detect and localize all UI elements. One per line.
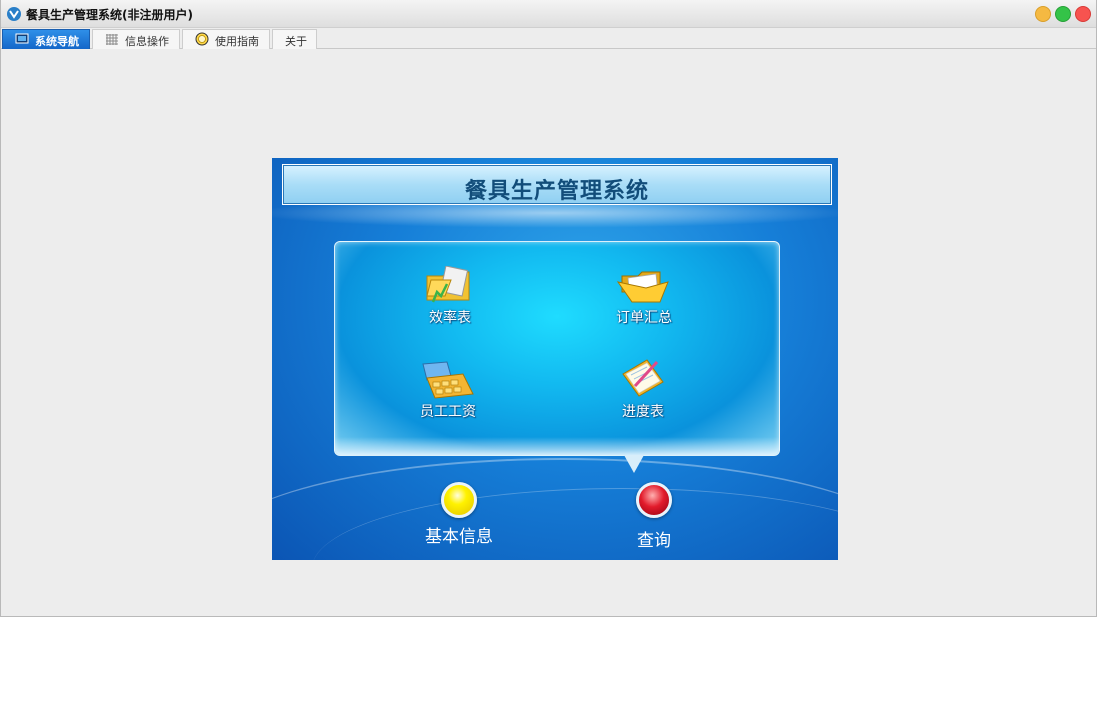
close-button[interactable] [1075, 6, 1091, 22]
notepad-icon [622, 359, 664, 397]
red-orb-icon [636, 482, 672, 518]
bubble-tail [624, 455, 644, 473]
window-title: 餐具生产管理系统(非注册用户) [26, 8, 193, 22]
tab-bar: 系统导航 信息操作 使用指南 关于 [1, 28, 1096, 49]
grid-icon [106, 34, 118, 45]
tab-user-guide[interactable]: 使用指南 [182, 29, 270, 49]
tab-label: 关于 [285, 35, 307, 48]
menu-item-label: 订单汇总 [616, 310, 672, 326]
yellow-orb-icon [441, 482, 477, 518]
navigation-panel: 餐具生产管理系统 效率表 订单汇总 员工工资 进度表 基本信息 查询 [272, 158, 838, 560]
panel-title: 餐具生产管理系统 [464, 179, 649, 204]
query-label: 查询 [637, 531, 671, 551]
app-logo-icon [7, 7, 21, 21]
menu-item-efficiency[interactable]: 效率表 [405, 266, 495, 327]
panel-title-bar: 餐具生产管理系统 [282, 164, 832, 205]
menu-box-shine [335, 437, 779, 455]
menu-item-employee-salary[interactable]: 员工工资 [403, 360, 493, 421]
basic-info-label: 基本信息 [425, 527, 493, 547]
query-button[interactable]: 查询 [609, 482, 699, 551]
compass-icon [195, 32, 209, 46]
tab-label: 信息操作 [125, 35, 169, 48]
tab-label: 使用指南 [215, 35, 259, 48]
tab-info-operations[interactable]: 信息操作 [92, 29, 180, 49]
calculator-icon [422, 361, 474, 399]
maximize-button[interactable] [1055, 6, 1071, 22]
open-folder-icon [616, 271, 669, 303]
basic-info-button[interactable]: 基本信息 [414, 482, 504, 547]
menu-box: 效率表 订单汇总 员工工资 进度表 [334, 241, 780, 456]
title-bar[interactable]: 餐具生产管理系统(非注册用户) [1, 0, 1096, 28]
minimize-button[interactable] [1035, 6, 1051, 22]
menu-item-order-summary[interactable]: 订单汇总 [599, 268, 689, 327]
menu-item-label: 进度表 [622, 404, 664, 420]
main-window: 餐具生产管理系统(非注册用户) 系统导航 信息操作 使用指南 关于 餐具生产管理… [0, 0, 1097, 617]
menu-item-label: 效率表 [429, 310, 471, 326]
tab-label: 系统导航 [35, 35, 79, 48]
tab-system-navigation[interactable]: 系统导航 [2, 29, 90, 49]
folder-chart-icon [426, 266, 470, 303]
menu-item-progress[interactable]: 进度表 [598, 356, 688, 421]
monitor-icon [15, 33, 29, 44]
tab-about[interactable]: 关于 [272, 29, 317, 49]
menu-item-label: 员工工资 [420, 404, 476, 420]
